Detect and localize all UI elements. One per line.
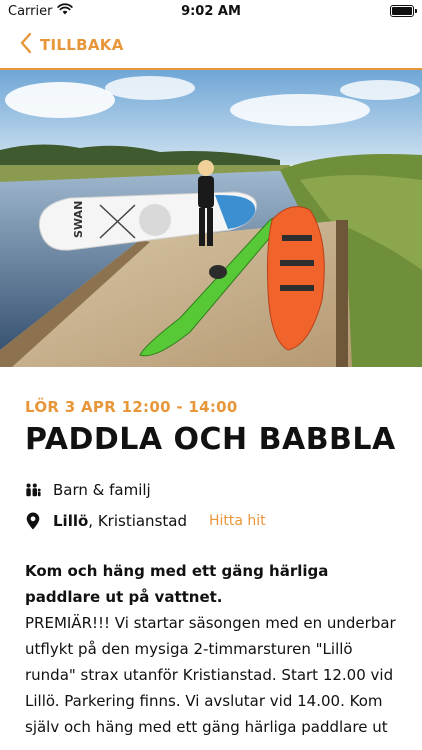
hero-image: SWAN bbox=[0, 70, 422, 367]
category-label: Barn & familj bbox=[53, 481, 151, 499]
board-brand: SWAN bbox=[72, 201, 85, 238]
back-button[interactable]: TILLBAKA bbox=[20, 32, 124, 58]
status-left: Carrier bbox=[8, 3, 74, 19]
description-lead: Kom och häng med ett gäng härliga paddla… bbox=[25, 562, 329, 606]
event-content: LÖR 3 APR 12:00 - 14:00 PADDLA OCH BABBL… bbox=[25, 398, 400, 740]
back-label: TILLBAKA bbox=[40, 36, 124, 54]
event-description: Kom och häng med ett gäng härliga paddla… bbox=[25, 558, 397, 740]
carrier-label: Carrier bbox=[8, 3, 53, 19]
nav-bar: TILLBAKA bbox=[0, 22, 422, 70]
event-title: PADDLA OCH BABBLA bbox=[25, 422, 396, 457]
description-body: PREMIÄR!!! Vi startar säsongen med en un… bbox=[25, 614, 396, 736]
location-place: Lillö bbox=[53, 512, 89, 530]
event-date: LÖR 3 APR 12:00 - 14:00 bbox=[25, 398, 238, 416]
directions-link[interactable]: Hitta hit bbox=[209, 513, 266, 529]
chevron-left-icon bbox=[20, 32, 32, 58]
category-row: Barn & familj bbox=[25, 481, 400, 499]
location-row: Lillö, Kristianstad Hitta hit bbox=[25, 512, 400, 530]
location-text: Lillö, Kristianstad bbox=[53, 512, 187, 530]
wifi-icon bbox=[57, 3, 74, 19]
location-city: , Kristianstad bbox=[88, 512, 187, 530]
map-pin-icon bbox=[25, 512, 41, 530]
family-icon bbox=[25, 482, 41, 498]
battery-level bbox=[392, 7, 412, 15]
battery-icon bbox=[390, 5, 417, 17]
status-bar: Carrier 9:02 AM bbox=[0, 0, 422, 22]
